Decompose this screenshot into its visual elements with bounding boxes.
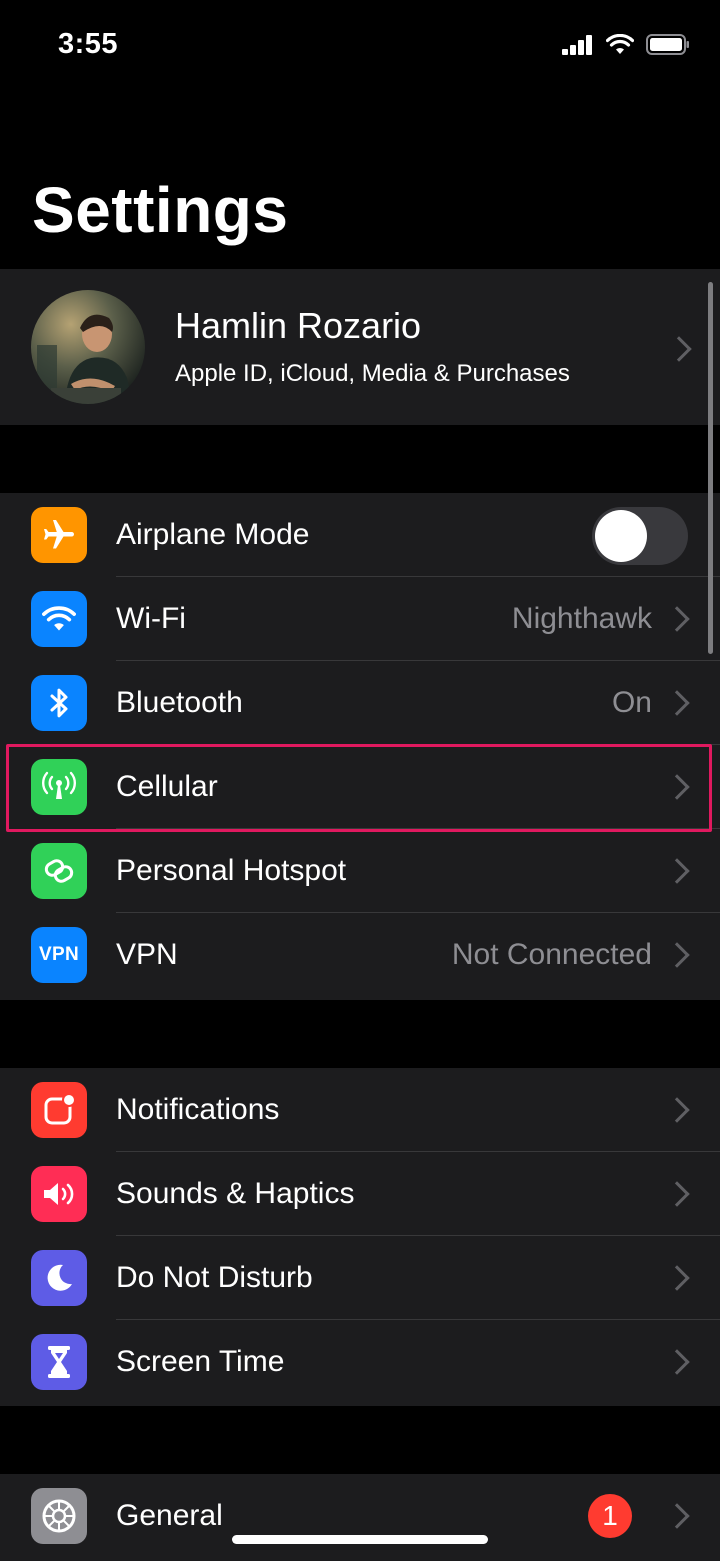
chevron-right-icon xyxy=(664,942,690,968)
cellular-highlight-box xyxy=(6,744,712,832)
chevron-right-icon xyxy=(664,1097,690,1123)
settings-row-general[interactable]: General 1 xyxy=(0,1474,720,1558)
settings-row-airplane-mode[interactable]: Airplane Mode xyxy=(0,493,720,577)
bluetooth-status-value: On xyxy=(611,686,652,719)
settings-row-vpn[interactable]: VPN VPN Not Connected xyxy=(0,913,720,997)
cellular-signal-icon xyxy=(562,34,592,55)
settings-row-screen-time[interactable]: Screen Time xyxy=(0,1320,720,1404)
airplane-icon xyxy=(31,507,87,563)
avatar xyxy=(31,290,145,404)
settings-row-bluetooth[interactable]: Bluetooth On xyxy=(0,661,720,745)
apple-id-profile-row[interactable] xyxy=(0,269,720,425)
general-update-badge: 1 xyxy=(588,1494,632,1538)
home-indicator[interactable] xyxy=(232,1535,488,1544)
personal-hotspot-label: Personal Hotspot xyxy=(116,854,347,887)
vpn-icon-text: VPN xyxy=(39,944,79,965)
alerts-group: Notifications Sounds & Haptics Do Not Di… xyxy=(0,1068,720,1406)
page-title: Settings xyxy=(32,174,289,246)
settings-row-wifi[interactable]: Wi-Fi Nighthawk xyxy=(0,577,720,661)
status-time: 3:55 xyxy=(58,28,119,60)
chevron-right-icon xyxy=(664,1503,690,1529)
system-group: General 1 xyxy=(0,1474,720,1561)
general-label: General xyxy=(116,1499,223,1532)
speaker-icon xyxy=(31,1166,87,1222)
battery-icon xyxy=(646,34,689,55)
profile-subtitle: Apple ID, iCloud, Media & Purchases xyxy=(175,360,570,387)
gear-icon xyxy=(31,1488,87,1544)
chevron-right-icon xyxy=(664,690,690,716)
moon-icon xyxy=(31,1250,87,1306)
wifi-network-value: Nighthawk xyxy=(511,602,652,635)
chevron-right-icon xyxy=(664,858,690,884)
settings-row-personal-hotspot[interactable]: Personal Hotspot xyxy=(0,829,720,913)
scroll-indicator[interactable] xyxy=(708,282,713,654)
chevron-right-icon xyxy=(664,1181,690,1207)
status-bar: 3:55 xyxy=(0,0,720,90)
toggle-knob xyxy=(595,510,647,562)
chevron-right-icon xyxy=(664,1349,690,1375)
sounds-haptics-label: Sounds & Haptics xyxy=(116,1177,355,1210)
do-not-disturb-label: Do Not Disturb xyxy=(116,1261,313,1294)
airplane-mode-toggle[interactable] xyxy=(592,507,688,565)
settings-row-sounds-haptics[interactable]: Sounds & Haptics xyxy=(0,1152,720,1236)
settings-row-notifications[interactable]: Notifications xyxy=(0,1068,720,1152)
notifications-label: Notifications xyxy=(116,1093,280,1126)
chevron-right-icon xyxy=(664,606,690,632)
profile-name: Hamlin Rozario xyxy=(175,305,422,346)
chevron-right-icon xyxy=(664,1265,690,1291)
hourglass-icon xyxy=(31,1334,87,1390)
status-icons xyxy=(562,34,690,55)
wifi-label: Wi-Fi xyxy=(116,602,186,635)
wifi-icon xyxy=(31,591,87,647)
notifications-icon xyxy=(31,1082,87,1138)
settings-row-do-not-disturb[interactable]: Do Not Disturb xyxy=(0,1236,720,1320)
screen-time-label: Screen Time xyxy=(116,1345,285,1378)
airplane-mode-label: Airplane Mode xyxy=(116,518,310,551)
bluetooth-label: Bluetooth xyxy=(116,686,243,719)
vpn-icon: VPN xyxy=(31,927,87,983)
wifi-status-icon xyxy=(606,34,634,54)
vpn-status-value: Not Connected xyxy=(451,938,652,971)
hotspot-link-icon xyxy=(31,843,87,899)
bluetooth-icon xyxy=(31,675,87,731)
vpn-label: VPN xyxy=(116,938,178,971)
